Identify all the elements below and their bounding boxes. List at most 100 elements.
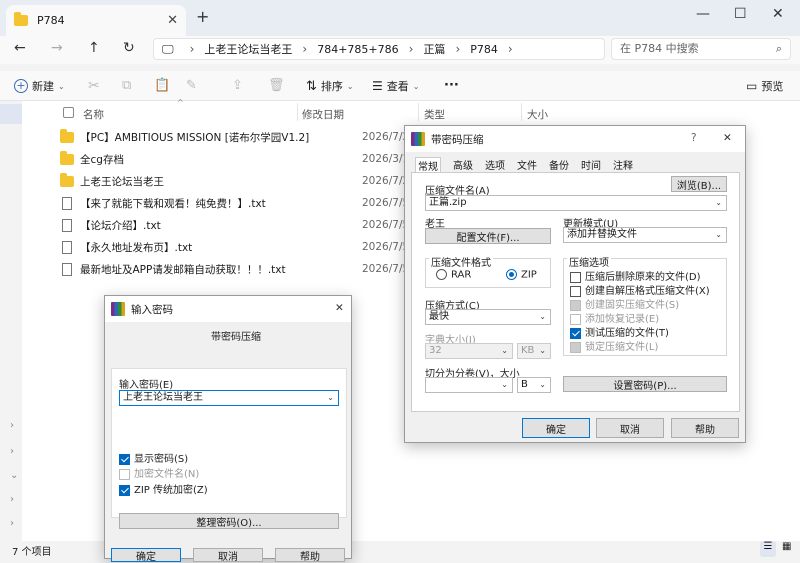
split-size-input[interactable]: ⌄ (425, 377, 513, 393)
close-icon[interactable]: ✕ (335, 302, 344, 314)
tab-files[interactable]: 文件 (517, 157, 537, 173)
file-row[interactable]: 【永久地址发布页】.txt 2026/7/5 13:11 (60, 236, 443, 258)
share-icon[interactable]: ⇪ (232, 78, 243, 93)
search-input[interactable]: 在 P784 中搜索 ⌕ (611, 38, 791, 60)
help-button[interactable]: 帮助 (671, 418, 739, 438)
nav-expand-icon[interactable]: › (10, 518, 14, 529)
maximize-button[interactable]: ☐ (734, 6, 747, 22)
column-header-type[interactable]: 类型 (424, 107, 445, 122)
up-button[interactable]: ↑ (88, 40, 100, 56)
column-divider[interactable] (521, 103, 522, 121)
rename-icon[interactable]: ✎ (186, 78, 197, 93)
column-header-name[interactable]: 名称 (83, 107, 104, 122)
archive-name-input[interactable]: 正篇.zip ⌄ (425, 195, 727, 211)
organize-passwords-button[interactable]: 整理密码(O)... (119, 513, 339, 529)
ok-button[interactable]: 确定 (111, 548, 181, 563)
password-input[interactable]: 上老王论坛当老王 ⌄ (119, 390, 339, 406)
cancel-button[interactable]: 取消 (596, 418, 664, 438)
breadcrumb-item[interactable]: 上老王论坛当老王 (204, 41, 292, 57)
help-icon[interactable]: ? (691, 132, 697, 144)
dict-unit-select[interactable]: KB ⌄ (517, 343, 551, 359)
close-tab-icon[interactable]: ✕ (167, 13, 178, 28)
back-button[interactable]: ← (14, 40, 26, 56)
chevron-right-icon: › (507, 42, 513, 56)
method-select[interactable]: 最快 ⌄ (425, 309, 551, 325)
file-row[interactable]: 【论坛介绍】.txt 2026/7/5 13:11 (60, 214, 443, 236)
sort-ascending-icon: ^ (177, 98, 184, 107)
cut-icon[interactable]: ✂ (88, 78, 100, 94)
close-icon[interactable]: ✕ (723, 132, 732, 144)
option-sfx[interactable]: 创建自解压格式压缩文件(X) (570, 282, 710, 297)
preview-button[interactable]: ▭ 预览 (746, 78, 783, 94)
checkbox-checked-icon (570, 327, 581, 339)
chevron-down-icon[interactable]: ⌄ (715, 196, 722, 210)
file-row[interactable]: 上老王论坛当老王 2026/7/27 14:50 (60, 170, 449, 192)
dialog-title: 带密码压缩 (431, 133, 484, 146)
copy-icon[interactable]: ⧉ (122, 78, 131, 93)
tiles-view-icon[interactable]: ▦ (782, 541, 791, 552)
column-header-modified[interactable]: 修改日期 (302, 107, 344, 122)
close-window-button[interactable]: ✕ (772, 6, 784, 22)
new-tab-button[interactable]: + (196, 7, 209, 26)
column-header-size[interactable]: 大小 (527, 107, 548, 122)
refresh-button[interactable]: ↻ (123, 40, 135, 56)
format-rar-radio[interactable]: RAR (436, 269, 471, 281)
zip-legacy-checkbox[interactable]: ZIP 传统加密(Z) (119, 481, 208, 496)
nav-collapse-icon[interactable]: ⌄ (10, 470, 18, 481)
update-mode-select[interactable]: 添加并替换文件 ⌄ (563, 227, 727, 243)
file-row[interactable]: 全cg存档 2026/3/16 23:00 (60, 148, 449, 170)
help-button[interactable]: 帮助 (275, 548, 345, 563)
nav-expand-icon[interactable]: › (10, 420, 14, 431)
split-unit-select[interactable]: B ⌄ (517, 377, 551, 393)
tab-time[interactable]: 时间 (581, 157, 601, 173)
show-password-checkbox[interactable]: 显示密码(S) (119, 450, 188, 465)
column-divider[interactable] (297, 103, 298, 121)
breadcrumb[interactable]: 🖵 › 上老王论坛当老王 › 784+785+786 › 正篇 › P784 › (153, 38, 605, 60)
enter-password-label: 输入密码(E) (119, 380, 174, 391)
dict-size-select[interactable]: 32 ⌄ (425, 343, 513, 359)
tab-comment[interactable]: 注释 (613, 157, 633, 173)
breadcrumb-item[interactable]: 784+785+786 (317, 43, 398, 56)
tab-backup[interactable]: 备份 (549, 157, 569, 173)
delete-icon[interactable]: 🗑 (268, 78, 285, 93)
chevron-right-icon: › (408, 42, 414, 56)
breadcrumb-item[interactable]: P784 (470, 43, 498, 56)
option-test[interactable]: 测试压缩的文件(T) (570, 324, 669, 339)
format-zip-radio[interactable]: ZIP (506, 269, 537, 281)
tab-options[interactable]: 选项 (485, 157, 505, 173)
option-delete-after[interactable]: 压缩后删除原来的文件(D) (570, 268, 701, 283)
nav-expand-icon[interactable]: › (10, 446, 14, 457)
column-divider[interactable] (418, 103, 419, 121)
select-all-checkbox[interactable] (63, 107, 74, 118)
format-label: 压缩文件格式 (429, 254, 493, 269)
breadcrumb-item[interactable]: 正篇 (423, 41, 445, 57)
tab-p784[interactable]: P784 ✕ (6, 5, 186, 36)
browse-button[interactable]: 浏览(B)... (671, 176, 727, 192)
paste-icon[interactable]: 📋 (154, 78, 170, 93)
search-placeholder: 在 P784 中搜索 (620, 42, 699, 55)
more-options-button[interactable]: ··· (444, 78, 459, 93)
text-file-icon (62, 218, 72, 232)
view-button[interactable]: ☰ 查看 ⌄ (372, 78, 419, 94)
option-lock: 锁定压缩文件(L) (570, 338, 658, 353)
tab-general[interactable]: 常规 (415, 157, 441, 173)
details-view-icon[interactable]: ☰ (760, 541, 776, 557)
tab-advanced[interactable]: 高级 (453, 157, 473, 173)
nav-selected-item[interactable] (0, 104, 22, 124)
zip-legacy-label: ZIP 传统加密(Z) (134, 485, 208, 496)
text-file-icon (62, 262, 72, 276)
forward-button[interactable]: → (51, 40, 63, 56)
file-row[interactable]: 【PC】AMBITIOUS MISSION [诺布尔学园V1.2][... 20… (60, 126, 449, 148)
ok-button[interactable]: 确定 (522, 418, 590, 438)
new-button[interactable]: + 新建 ⌄ (14, 78, 65, 94)
cancel-button[interactable]: 取消 (193, 548, 263, 563)
minimize-button[interactable]: — (696, 6, 710, 22)
nav-expand-icon[interactable]: › (10, 494, 14, 505)
chevron-down-icon[interactable]: ⌄ (327, 391, 334, 405)
file-row[interactable]: 最新地址及APP请发邮箱自动获取！！！.txt 2026/7/5 13:11 (60, 258, 443, 280)
checkbox-disabled-icon (570, 341, 581, 353)
sort-button[interactable]: ⇅ 排序 ⌄ (306, 78, 354, 94)
profiles-button[interactable]: 配置文件(F)... (425, 228, 551, 244)
file-row[interactable]: 【来了就能下载和观看！纯免费！】.txt 2026/7/5 13:10 (60, 192, 443, 214)
set-password-button[interactable]: 设置密码(P)... (563, 376, 727, 392)
